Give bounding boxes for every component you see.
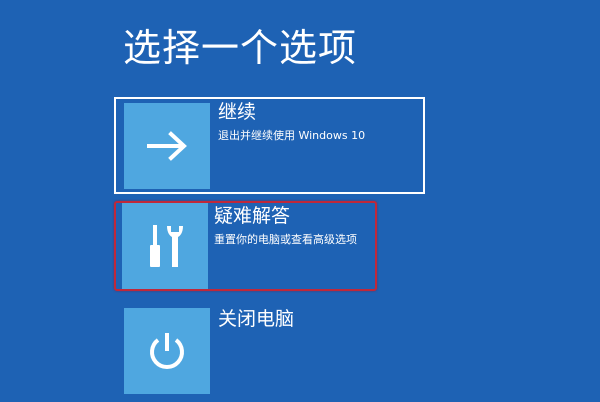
troubleshoot-tile[interactable] <box>122 203 208 289</box>
tools-icon <box>145 223 185 269</box>
troubleshoot-description: 重置你的电脑或查看高级选项 <box>214 233 357 246</box>
shutdown-tile[interactable] <box>124 308 210 394</box>
power-icon <box>145 329 189 373</box>
shutdown-title: 关闭电脑 <box>218 308 295 330</box>
troubleshoot-title: 疑难解答 <box>214 205 291 227</box>
continue-tile[interactable] <box>124 103 210 189</box>
shutdown-option[interactable]: 关闭电脑 <box>114 305 425 402</box>
troubleshoot-option[interactable]: 疑难解答 重置你的电脑或查看高级选项 <box>114 201 377 291</box>
continue-option[interactable]: 继续 退出并继续使用 Windows 10 <box>114 97 425 194</box>
arrow-right-icon <box>145 131 189 161</box>
continue-description: 退出并继续使用 Windows 10 <box>218 129 366 142</box>
page-title: 选择一个选项 <box>123 26 358 70</box>
continue-title: 继续 <box>218 101 257 123</box>
